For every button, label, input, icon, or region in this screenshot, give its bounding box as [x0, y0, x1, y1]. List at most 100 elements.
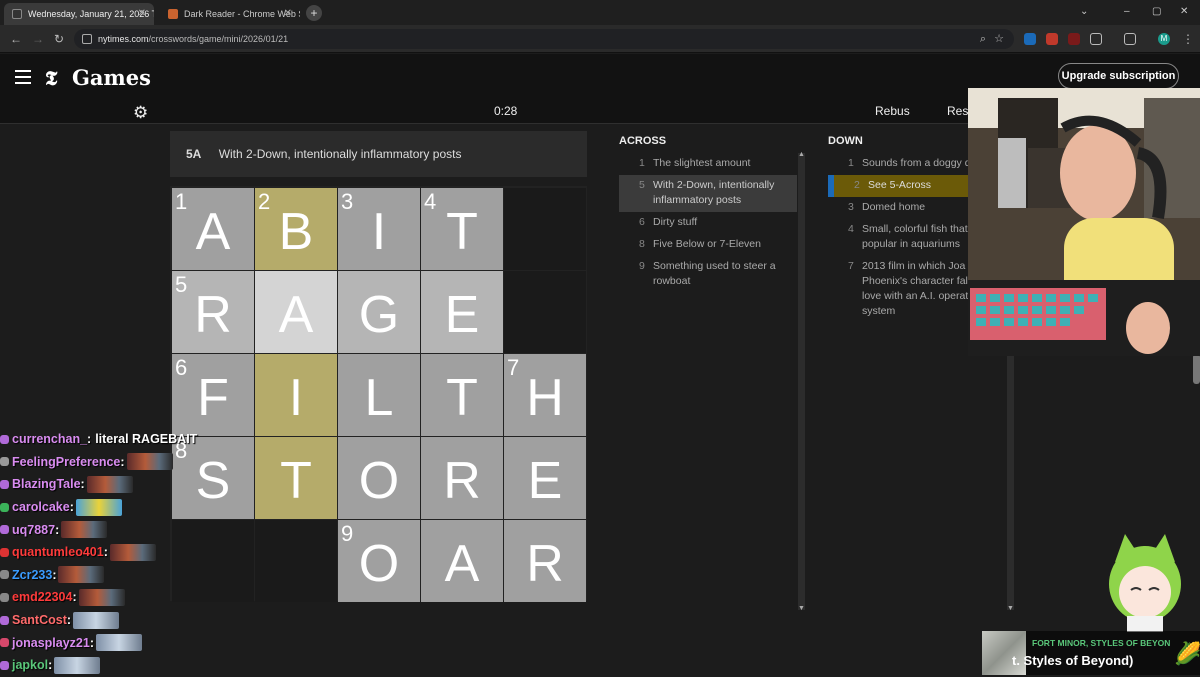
tab-search-icon[interactable]: ⌄ [1080, 6, 1088, 17]
chat-username[interactable]: carolcake [12, 500, 70, 514]
chat-username[interactable]: quantumleo401 [12, 545, 104, 559]
grid-cell[interactable]: A [421, 520, 503, 602]
close-window-button[interactable]: ✕ [1180, 6, 1188, 17]
profile-avatar[interactable]: M [1158, 33, 1170, 45]
chat-message: Zcr233: [0, 564, 230, 587]
grid-cell[interactable]: E [421, 271, 503, 353]
clue-text: See 5-Across [868, 179, 932, 191]
close-tab-icon[interactable]: ✕ [284, 8, 292, 19]
down-clue-item[interactable]: 3 Domed home [828, 197, 978, 219]
zoom-icon[interactable]: ⌕ [980, 29, 986, 49]
grid-cell[interactable]: 3I [338, 188, 420, 270]
grid-cell[interactable]: 2B [255, 188, 337, 270]
grid-cell[interactable]: E [504, 437, 586, 519]
grid-cell[interactable]: O [338, 437, 420, 519]
grid-cell[interactable]: R [504, 520, 586, 602]
grid-cell[interactable]: 9O [338, 520, 420, 602]
grid-cell[interactable]: G [338, 271, 420, 353]
address-toolbar: ← → ↻ nytimes.com/crosswords/game/mini/2… [0, 25, 1200, 53]
clue-text: Small, colorful fish that popular in aqu… [862, 223, 968, 250]
back-icon[interactable]: ← [10, 32, 22, 46]
bookmark-star-icon[interactable]: ☆ [994, 29, 1004, 49]
grid-cell[interactable]: 6F [172, 354, 254, 436]
chat-colon: : [87, 432, 92, 447]
chat-username[interactable]: Zcr233 [12, 568, 52, 582]
current-clue-bar[interactable]: 5A With 2-Down, intentionally inflammato… [170, 131, 587, 177]
across-clue-item[interactable]: 1 The slightest amount [619, 153, 797, 175]
grid-cell[interactable]: 5R [172, 271, 254, 353]
cell-letter: O [358, 452, 400, 510]
chat-username[interactable]: japkol [12, 658, 48, 672]
grid-cell[interactable]: L [338, 354, 420, 436]
grid-cell[interactable]: T [421, 354, 503, 436]
chat-emote-icon [109, 543, 156, 561]
url-input[interactable]: nytimes.com/crosswords/game/mini/2026/01… [74, 29, 1014, 49]
chat-emote-icon [78, 588, 125, 606]
extension-icon[interactable] [1046, 33, 1058, 45]
across-clue-item[interactable]: 9 Something used to steer a rowboat [619, 256, 797, 293]
close-tab-icon[interactable]: ✕ [138, 8, 146, 19]
grid-cell[interactable]: I [255, 354, 337, 436]
grid-cell[interactable]: 7H [504, 354, 586, 436]
down-clue-item[interactable]: 1 Sounds from a doggy d [828, 153, 978, 175]
clue-number: 1 [848, 157, 854, 169]
rebus-button[interactable]: Rebus [875, 100, 910, 122]
cell-letter: B [278, 203, 314, 261]
clue-text: 2013 film in which Joa Phoenix's charact… [862, 260, 969, 317]
maximize-button[interactable]: ▢ [1152, 6, 1161, 17]
chat-emote-icon [96, 634, 142, 652]
chat-username[interactable]: currenchan_ [12, 432, 87, 446]
chat-emote-icon [126, 453, 173, 471]
cell-letter: A [278, 286, 314, 344]
kebab-menu-icon[interactable]: ⋮ [1182, 32, 1194, 46]
grid-cell[interactable]: 1A [172, 188, 254, 270]
current-clue-text: With 2-Down, intentionally inflammatory … [218, 147, 462, 161]
extension-icon[interactable] [1024, 33, 1036, 45]
down-clue-item[interactable]: 2 See 5-Across [828, 175, 978, 197]
puzzle-timer[interactable]: 0:28 [494, 100, 517, 122]
across-clue-item[interactable]: 6 Dirty stuff [619, 212, 797, 234]
site-info-icon[interactable] [82, 34, 92, 44]
down-clue-item[interactable]: 7 2013 film in which Joa Phoenix's charac… [828, 256, 978, 323]
chat-username[interactable]: SantCost [12, 613, 67, 627]
extension-icon[interactable] [1068, 33, 1080, 45]
grid-cell[interactable]: 4T [421, 188, 503, 270]
cell-letter: F [197, 369, 229, 427]
across-scrollbar[interactable]: ▲ ▼ [798, 151, 805, 612]
minimize-button[interactable]: – [1124, 6, 1130, 17]
cell-letter: E [444, 286, 480, 344]
hamburger-menu-icon[interactable] [15, 70, 31, 84]
down-scrollbar[interactable]: ▼ [1007, 356, 1014, 612]
chat-badge-icon [0, 570, 9, 580]
chat-emote-icon [73, 611, 120, 629]
sidepanel-icon[interactable] [1124, 33, 1136, 45]
chat-username[interactable]: jonasplayz21 [12, 636, 90, 650]
chat-badge-icon [0, 615, 9, 625]
chat-username[interactable]: emd22304 [12, 590, 72, 604]
forward-icon[interactable]: → [32, 32, 44, 46]
grid-cell[interactable]: R [421, 437, 503, 519]
chat-username[interactable]: BlazingTale [12, 477, 81, 491]
new-tab-button[interactable]: + [306, 5, 322, 21]
grid-cell[interactable]: T [255, 437, 337, 519]
tab-nyt-crossword[interactable]: Wednesday, January 21, 2026 T ✕ [4, 3, 154, 25]
gear-icon[interactable]: ⚙ [133, 103, 148, 123]
chat-badge-icon [0, 525, 9, 535]
upgrade-subscription-button[interactable]: Upgrade subscription [1058, 63, 1179, 89]
across-clue-item[interactable]: 5 With 2-Down, intentionally inflammatory… [619, 175, 797, 212]
now-playing-title: t. Styles of Beyond) [1012, 653, 1134, 668]
nyt-t-logo[interactable]: 𝕿 [45, 66, 57, 90]
chat-badge-icon [0, 660, 9, 670]
now-playing-widget: FORT MINOR, STYLES OF BEYON t. Styles of… [982, 631, 1200, 675]
grid-cell[interactable]: A [255, 271, 337, 353]
reload-icon[interactable]: ↻ [54, 32, 64, 46]
across-clue-item[interactable]: 8 Five Below or 7-Eleven [619, 234, 797, 256]
games-wordmark[interactable]: Games [72, 65, 151, 90]
chat-username[interactable]: FeelingPreference [12, 455, 120, 469]
chat-message: SantCost: [0, 609, 230, 632]
extensions-puzzle-icon[interactable] [1090, 33, 1102, 45]
clue-number: 3 [848, 201, 854, 213]
chat-username[interactable]: uq7887 [12, 523, 55, 537]
down-clue-item[interactable]: 4 Small, colorful fish that popular in aq… [828, 219, 978, 256]
tab-dark-reader[interactable]: Dark Reader - Chrome Web Sto ✕ [160, 3, 300, 25]
